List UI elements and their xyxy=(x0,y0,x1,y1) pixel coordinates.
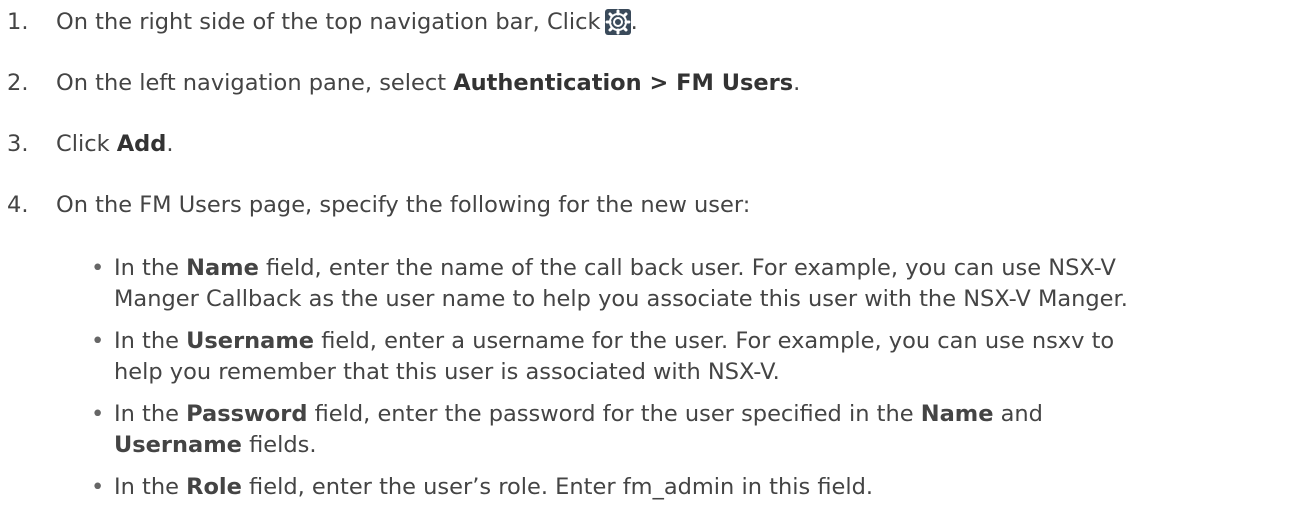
step-text: Click Add. xyxy=(56,131,174,157)
bullet-marker: • xyxy=(91,328,105,354)
step-number: 3. xyxy=(7,131,29,157)
step-text: On the FM Users page, specify the follow… xyxy=(56,192,751,218)
field-name-label: Password xyxy=(186,401,308,427)
field-name-label: Role xyxy=(186,474,242,500)
gear-icon xyxy=(604,9,631,35)
add-label: Add xyxy=(116,131,167,157)
field-name-label: Name xyxy=(186,255,259,281)
field-name-label: Name xyxy=(920,401,994,427)
step-number: 1. xyxy=(7,9,29,35)
step-text: On the right side of the top navigation … xyxy=(56,9,638,35)
step-number: 4. xyxy=(7,192,29,218)
menu-path: Authentication > FM Users xyxy=(453,70,794,96)
bullet-marker: • xyxy=(91,474,105,500)
field-name-label: Username xyxy=(114,432,242,458)
step-number: 2. xyxy=(7,70,29,96)
field-name-label: Username xyxy=(186,328,315,354)
bullet-marker: • xyxy=(91,255,105,281)
bullet-marker: • xyxy=(91,401,105,427)
instructions-document: 1. On the right side of the top navigati… xyxy=(0,0,1294,517)
step-text: On the left navigation pane, select Auth… xyxy=(56,70,801,96)
